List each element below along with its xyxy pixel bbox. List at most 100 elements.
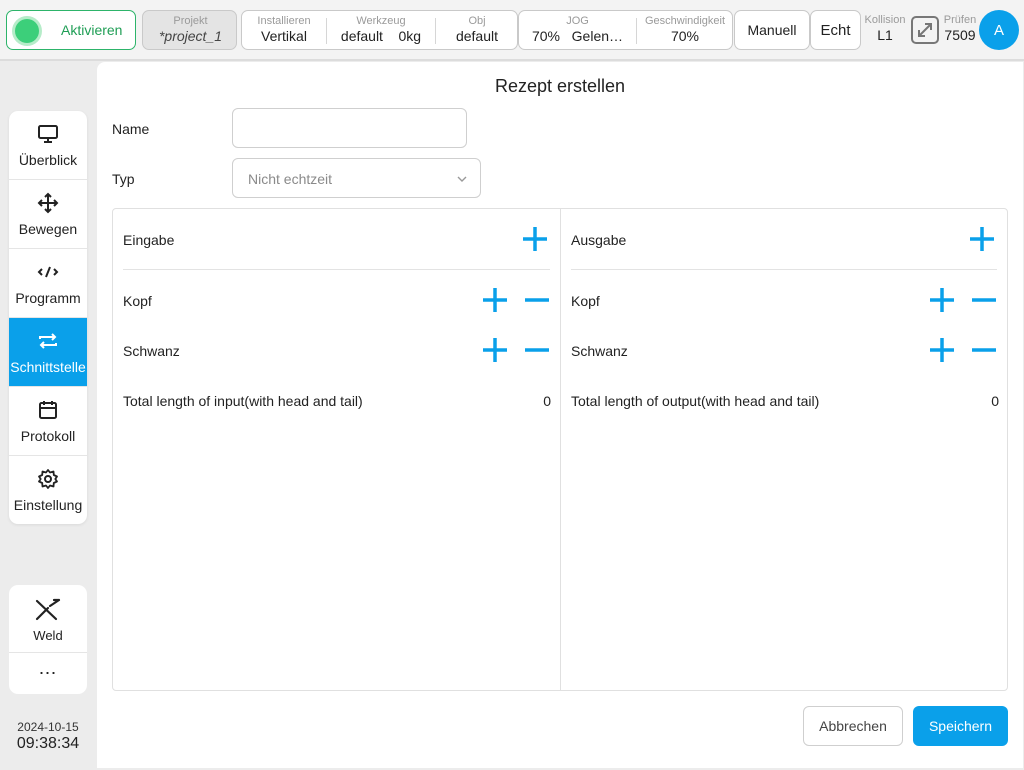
sidebar-extras: Weld ⋯ bbox=[9, 585, 87, 694]
remove-input-head-button[interactable] bbox=[523, 286, 551, 314]
name-input[interactable] bbox=[232, 108, 467, 148]
weld-button[interactable]: Weld bbox=[9, 585, 87, 653]
output-total-value: 0 bbox=[991, 393, 999, 409]
output-total-label: Total length of output(with head and tai… bbox=[571, 393, 820, 409]
check-indicator[interactable]: Prüfen 7509 bbox=[942, 14, 978, 43]
plus-icon bbox=[930, 288, 954, 312]
chevron-down-icon bbox=[456, 172, 468, 190]
user-avatar[interactable]: A bbox=[979, 10, 1019, 50]
speed-key: Geschwindigkeit bbox=[644, 15, 726, 27]
sidebar-item-move[interactable]: Bewegen bbox=[9, 180, 87, 249]
page-title: Rezept erstellen bbox=[494, 76, 626, 96]
jog-percent: 70% bbox=[531, 28, 560, 44]
add-input-head-button[interactable] bbox=[481, 286, 509, 314]
minus-icon bbox=[972, 348, 996, 352]
add-output-head-button[interactable] bbox=[928, 286, 956, 314]
install-value: Vertikal bbox=[261, 28, 307, 44]
add-output-tail-button[interactable] bbox=[928, 336, 956, 364]
gear-icon bbox=[37, 467, 59, 491]
sidebar-item-label: Einstellung bbox=[13, 497, 83, 513]
activate-button[interactable]: Aktivieren bbox=[6, 10, 136, 50]
more-options-icon[interactable]: ⋯ bbox=[9, 653, 87, 693]
name-label: Name bbox=[112, 121, 150, 137]
project-value: *project_1 bbox=[158, 28, 223, 44]
type-select-value: Nicht echtzeit bbox=[248, 171, 333, 187]
input-total-label: Total length of input(with head and tail… bbox=[123, 393, 363, 409]
output-head-label: Kopf bbox=[571, 293, 600, 309]
activate-label: Aktivieren bbox=[61, 22, 123, 38]
cancel-button[interactable]: Abbrechen bbox=[803, 706, 903, 746]
sidebar-item-label: Schnittstelle bbox=[10, 359, 86, 375]
input-column: Eingabe Kopf Schwanz Total length of inp… bbox=[113, 209, 561, 690]
output-column: Ausgabe Kopf Schwanz Total length of out… bbox=[561, 209, 1007, 690]
sidebar-item-program[interactable]: Programm bbox=[9, 249, 87, 318]
date-text: 2024-10-15 bbox=[17, 720, 79, 734]
install-key: Installieren bbox=[257, 15, 311, 27]
minus-icon bbox=[972, 298, 996, 302]
sidebar-item-interface[interactable]: Schnittstelle bbox=[9, 318, 87, 387]
minus-icon bbox=[525, 348, 549, 352]
remove-output-head-button[interactable] bbox=[970, 286, 998, 314]
top-bar: Aktivieren Projekt *project_1 Installier… bbox=[0, 0, 1024, 61]
monitor-icon bbox=[37, 122, 59, 146]
save-button[interactable]: Speichern bbox=[913, 706, 1008, 746]
swap-arrows-icon bbox=[37, 329, 59, 353]
sidebar-item-log[interactable]: Protokoll bbox=[9, 387, 87, 456]
add-input-button[interactable] bbox=[521, 225, 549, 253]
type-select[interactable]: Nicht echtzeit bbox=[232, 158, 481, 198]
add-output-button[interactable] bbox=[968, 225, 996, 253]
jog-speed-group[interactable]: JOG 70% Gelen… Geschwindigkeit 70% bbox=[518, 10, 733, 50]
minus-icon bbox=[525, 298, 549, 302]
tool-name: default bbox=[340, 28, 383, 44]
project-selector[interactable]: Projekt *project_1 bbox=[142, 10, 237, 50]
collision-indicator[interactable]: Kollision L1 bbox=[862, 14, 908, 43]
real-mode-button[interactable]: Echt bbox=[810, 10, 861, 50]
sidebar-item-label: Bewegen bbox=[18, 221, 78, 237]
collision-value: L1 bbox=[877, 27, 893, 43]
tool-weight: 0kg bbox=[398, 28, 422, 44]
check-key: Prüfen bbox=[943, 14, 977, 26]
check-value: 7509 bbox=[944, 27, 976, 43]
output-tail-label: Schwanz bbox=[571, 343, 628, 359]
tool-key: Werkzeug bbox=[356, 15, 406, 27]
weld-torch-icon bbox=[34, 597, 62, 626]
sidebar-item-settings[interactable]: Einstellung bbox=[9, 456, 87, 524]
obj-key: Obj bbox=[468, 15, 486, 27]
speed-value: 70% bbox=[670, 28, 700, 44]
remove-output-tail-button[interactable] bbox=[970, 336, 998, 364]
plus-icon bbox=[970, 227, 994, 251]
clock: 2024-10-15 09:38:34 bbox=[0, 720, 96, 753]
manual-mode-button[interactable]: Manuell bbox=[734, 10, 810, 50]
main-panel: Rezept erstellen Name Typ Nicht echtzeit… bbox=[97, 62, 1023, 768]
plus-icon bbox=[483, 288, 507, 312]
jog-mode: Gelen… bbox=[571, 28, 624, 44]
input-total-value: 0 bbox=[543, 393, 551, 409]
plus-icon bbox=[523, 227, 547, 251]
jog-value: 70% Gelen… bbox=[519, 28, 636, 44]
input-head-label: Kopf bbox=[123, 293, 152, 309]
sidebar-item-label: Protokoll bbox=[20, 428, 76, 444]
expand-icon[interactable] bbox=[911, 16, 939, 44]
tool-value: default 0kg bbox=[327, 28, 435, 44]
type-label: Typ bbox=[112, 171, 135, 187]
jog-key: JOG bbox=[566, 15, 589, 27]
sidebar-item-label: Überblick bbox=[18, 152, 78, 168]
installation-group[interactable]: Installieren Vertikal Werkzeug default 0… bbox=[241, 10, 518, 50]
sidebar-nav: Überblick Bewegen Programm Schnittstelle… bbox=[9, 111, 87, 524]
input-tail-label: Schwanz bbox=[123, 343, 180, 359]
plus-icon bbox=[483, 338, 507, 362]
expand-arrows-icon bbox=[918, 23, 932, 37]
plus-icon bbox=[930, 338, 954, 362]
sidebar-item-label: Programm bbox=[15, 290, 81, 306]
recipe-config-panel: Eingabe Kopf Schwanz Total length of inp… bbox=[112, 208, 1008, 691]
output-section-title: Ausgabe bbox=[571, 232, 627, 248]
add-input-tail-button[interactable] bbox=[481, 336, 509, 364]
code-icon bbox=[37, 260, 59, 284]
weld-label: Weld bbox=[33, 628, 63, 643]
move-arrows-icon bbox=[37, 191, 59, 215]
divider bbox=[123, 269, 550, 270]
project-key: Projekt bbox=[173, 15, 208, 27]
remove-input-tail-button[interactable] bbox=[523, 336, 551, 364]
collision-key: Kollision bbox=[864, 14, 906, 26]
sidebar-item-overview[interactable]: Überblick bbox=[9, 111, 87, 180]
